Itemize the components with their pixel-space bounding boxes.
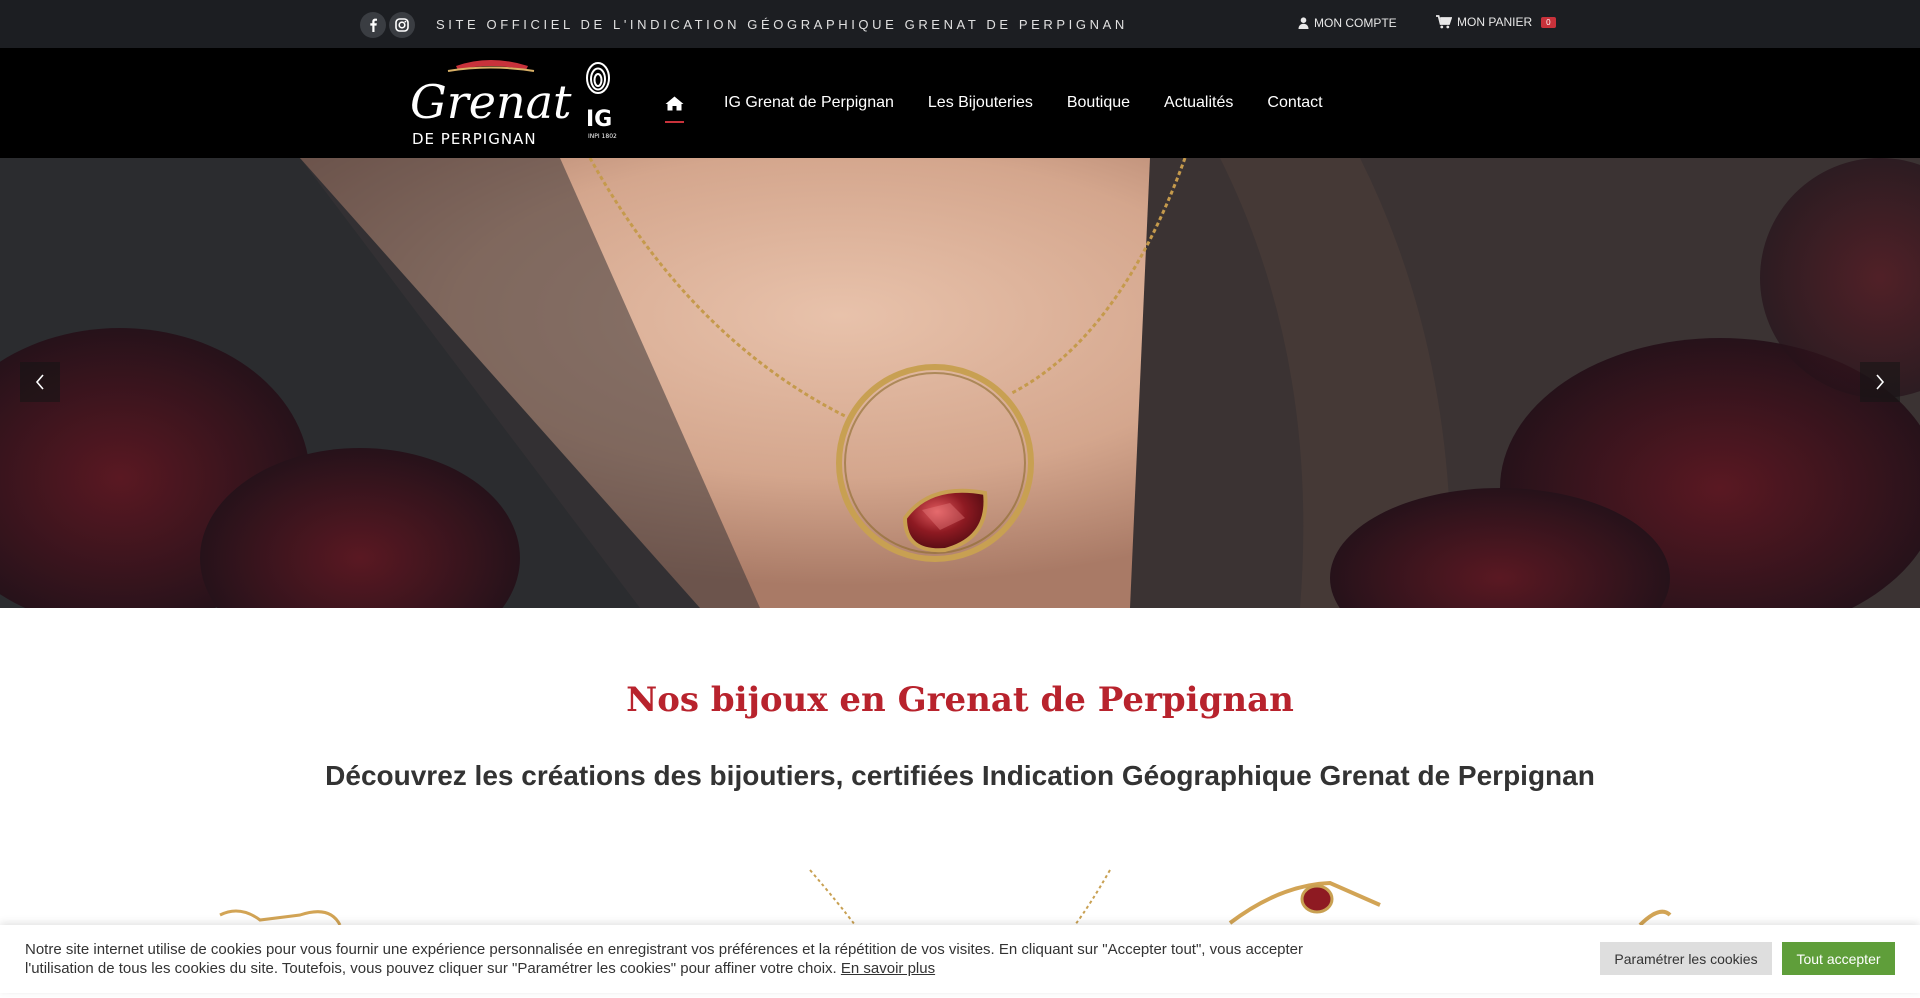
facebook-icon[interactable] (360, 12, 386, 38)
nav-actualites[interactable]: Actualités (1164, 48, 1233, 158)
account-link[interactable]: MON COMPTE (1298, 16, 1397, 30)
chevron-right-icon (1876, 374, 1885, 390)
user-icon (1298, 17, 1309, 29)
nav-boutique[interactable]: Boutique (1067, 48, 1130, 158)
section-subtitle: Découvrez les créations des bijoutiers, … (325, 760, 1595, 791)
cookie-settings-button[interactable]: Paramétrer les cookies (1600, 942, 1772, 975)
site-tagline: SITE OFFICIEL DE L'INDICATION GÉOGRAPHIQ… (436, 17, 1128, 32)
slider-next-button[interactable] (1860, 362, 1900, 402)
cookie-message: Notre site internet utilise de cookies p… (25, 941, 1304, 977)
chevron-left-icon (35, 374, 44, 390)
instagram-icon[interactable] (389, 12, 415, 38)
site-logo[interactable]: Grenat DE PERPIGNAN IG INPI 1802 (408, 56, 618, 152)
account-label: MON COMPTE (1314, 16, 1397, 30)
cookie-learn-more-link[interactable]: En savoir plus (841, 960, 935, 977)
home-icon (665, 96, 684, 110)
cart-link[interactable]: MON PANIER 0 (1436, 15, 1556, 29)
top-bar: SITE OFFICIEL DE L'INDICATION GÉOGRAPHIQ… (0, 0, 1920, 48)
logo-subtitle: DE PERPIGNAN (412, 130, 537, 148)
cookie-banner: Notre site internet utilise de cookies p… (0, 925, 1920, 993)
hero-slider (0, 158, 1920, 608)
cookie-text-block: Notre site internet utilise de cookies p… (25, 940, 1355, 978)
hero-image (0, 158, 1920, 608)
logo-ig-note: INPI 1802 (588, 133, 617, 140)
nav-contact[interactable]: Contact (1267, 48, 1322, 158)
section-title: Nos bijoux en Grenat de Perpignan (626, 680, 1294, 720)
cart-icon (1436, 15, 1452, 29)
site-header: Grenat DE PERPIGNAN IG INPI 1802 IG Gren… (0, 48, 1920, 158)
main-nav: IG Grenat de Perpignan Les Bijouteries B… (665, 48, 1357, 158)
logo-script: Grenat (410, 75, 572, 129)
nav-home[interactable] (665, 48, 684, 158)
nav-ig-grenat[interactable]: IG Grenat de Perpignan (724, 48, 894, 158)
cart-count-badge: 0 (1541, 16, 1556, 28)
cookie-accept-button[interactable]: Tout accepter (1782, 942, 1895, 975)
nav-bijouteries[interactable]: Les Bijouteries (928, 48, 1033, 158)
logo-ig: IG (586, 107, 612, 132)
cart-label: MON PANIER (1457, 15, 1533, 29)
slider-prev-button[interactable] (20, 362, 60, 402)
